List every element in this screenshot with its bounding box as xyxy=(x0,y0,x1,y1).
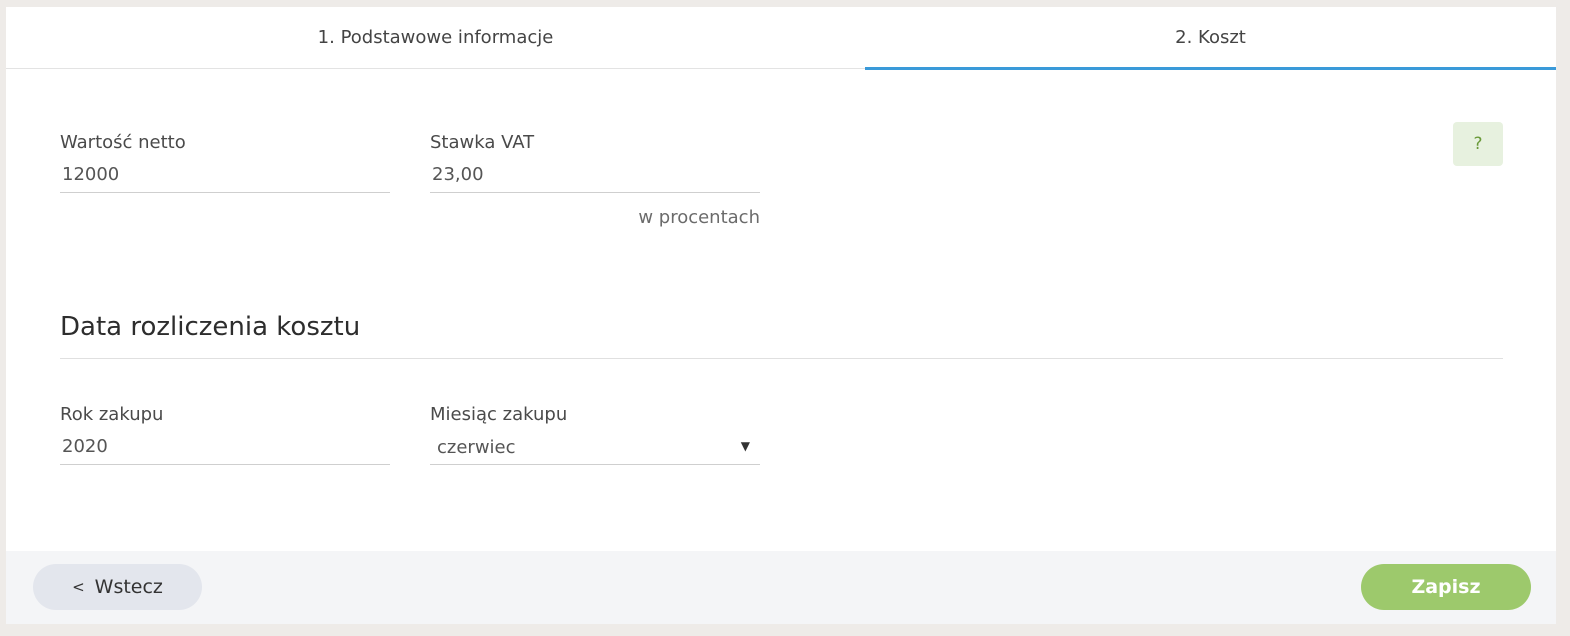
section-divider xyxy=(60,358,1503,359)
back-button-label: Wstecz xyxy=(94,576,163,598)
chevron-left-icon: < xyxy=(72,578,85,596)
purchase-year-input[interactable] xyxy=(60,429,390,465)
caret-down-icon: ▼ xyxy=(740,439,750,453)
help-button[interactable]: ? xyxy=(1453,122,1503,166)
vat-rate-input[interactable] xyxy=(430,157,760,193)
purchase-year-label: Rok zakupu xyxy=(60,404,164,425)
section-title: Data rozliczenia kosztu xyxy=(60,312,361,342)
net-value-input[interactable] xyxy=(60,157,390,193)
net-value-label: Wartość netto xyxy=(60,132,186,153)
tab-basic-info[interactable]: 1. Podstawowe informacje xyxy=(6,7,865,68)
purchase-month-label: Miesiąc zakupu xyxy=(430,404,568,425)
vat-rate-hint: w procentach xyxy=(638,207,760,228)
save-button-label: Zapisz xyxy=(1411,576,1481,598)
step-tabs: 1. Podstawowe informacje 2. Koszt xyxy=(6,7,1556,70)
save-button[interactable]: Zapisz xyxy=(1361,564,1531,610)
tab-cost[interactable]: 2. Koszt xyxy=(865,7,1556,70)
tab-label: 2. Koszt xyxy=(1175,27,1246,48)
form-card: 1. Podstawowe informacje 2. Koszt Wartoś… xyxy=(6,7,1556,624)
purchase-month-value: czerwiec xyxy=(437,437,516,458)
back-button[interactable]: < Wstecz xyxy=(33,564,202,610)
tab-label: 1. Podstawowe informacje xyxy=(317,27,554,48)
active-tab-indicator xyxy=(865,67,1556,70)
purchase-month-select[interactable]: czerwiec ▼ xyxy=(430,429,760,465)
help-icon: ? xyxy=(1473,134,1483,154)
form-footer: < Wstecz Zapisz xyxy=(6,551,1556,624)
vat-rate-label: Stawka VAT xyxy=(430,132,535,153)
